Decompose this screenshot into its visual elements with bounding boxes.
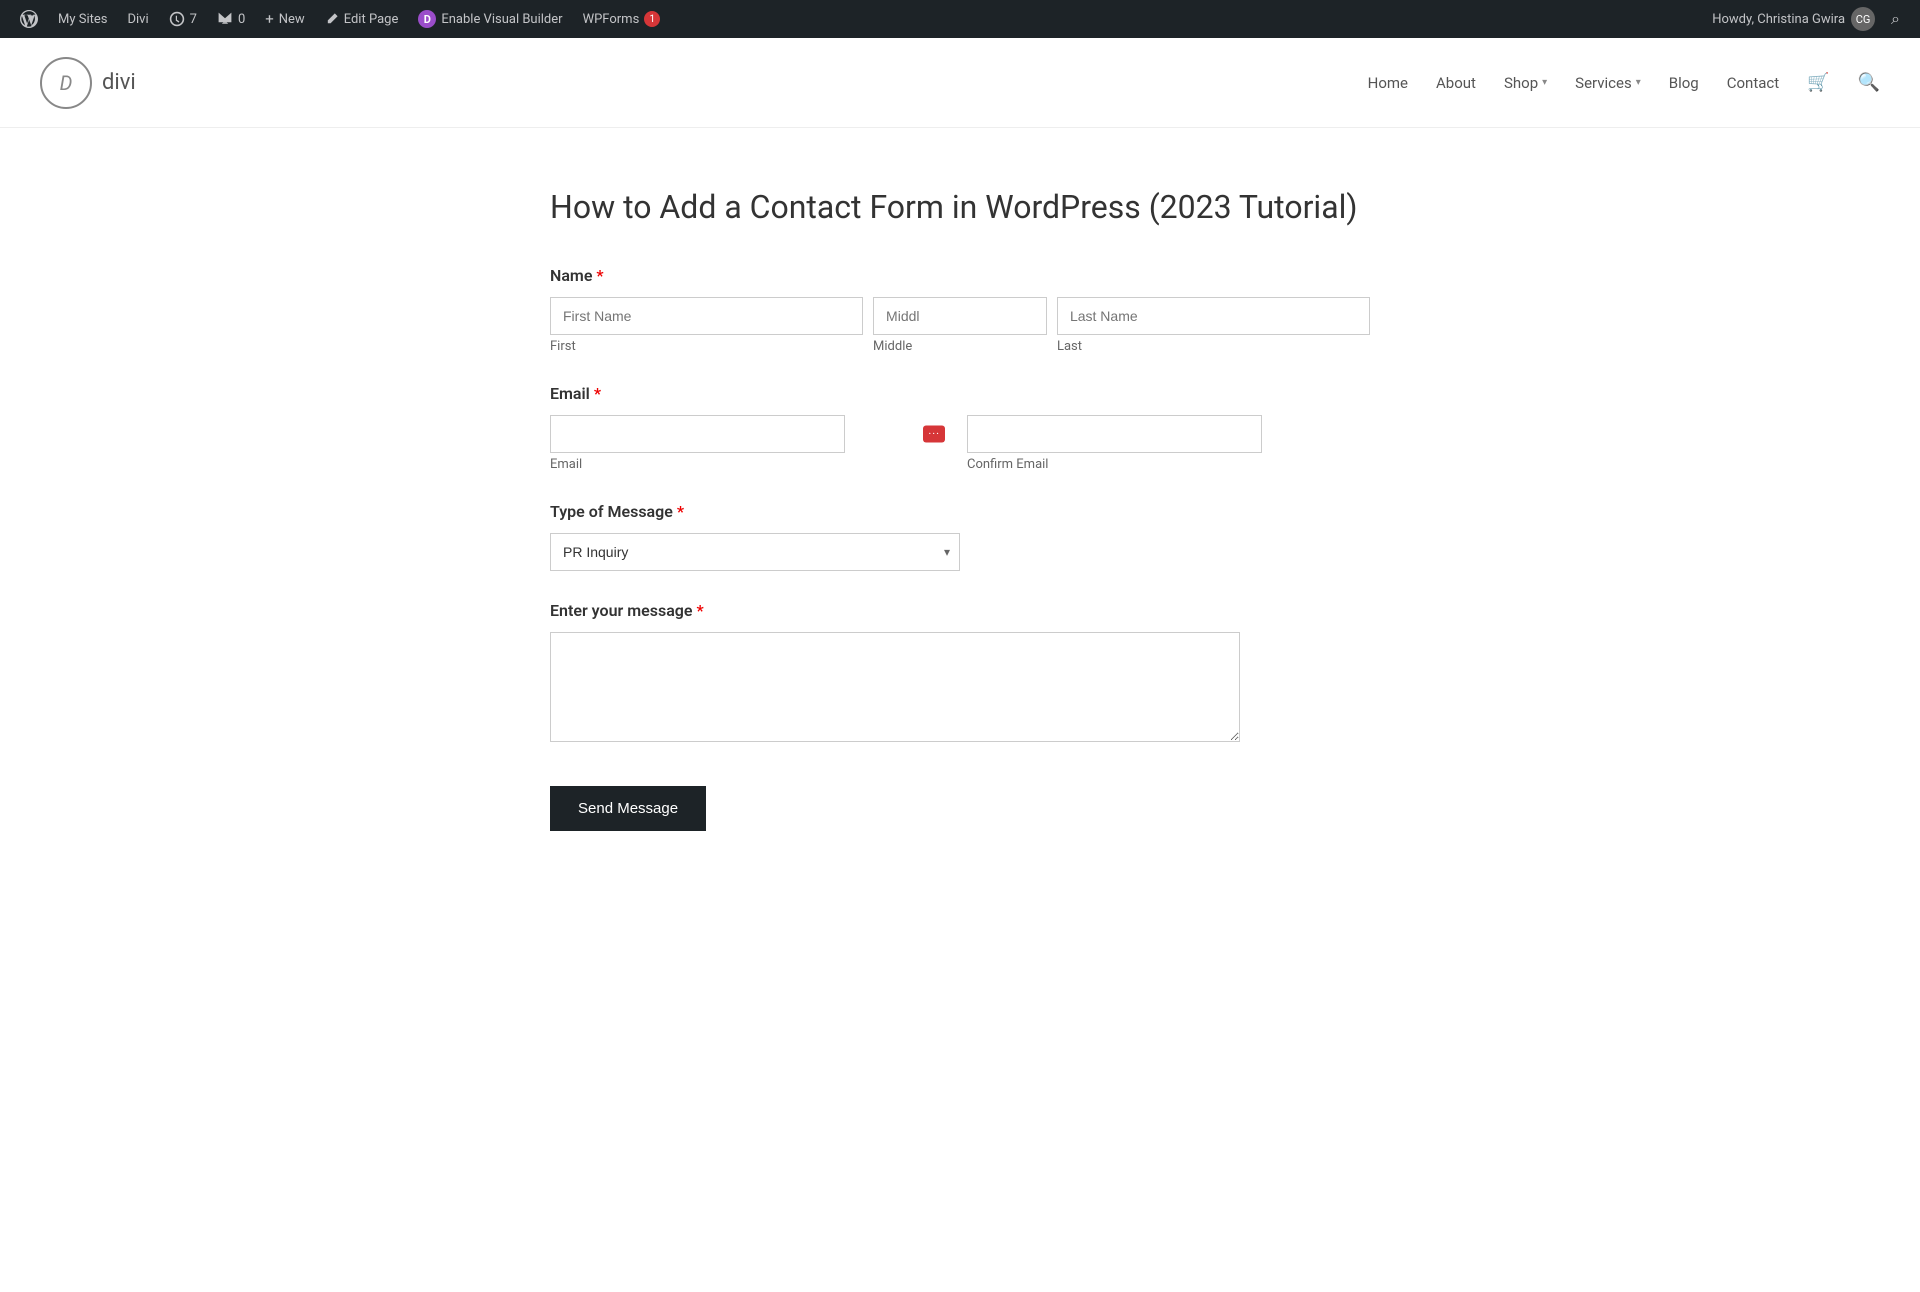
- new-item[interactable]: + New: [257, 0, 312, 38]
- middle-sublabel: Middle: [873, 339, 1047, 354]
- site-logo[interactable]: D divi: [40, 57, 136, 109]
- site-header: D divi Home About Shop ▾ Services ▾ Blog…: [0, 38, 1920, 128]
- admin-bar-left: My Sites Divi 7 0 + New Edit Page D Enab…: [12, 0, 1712, 38]
- howdy-area: Howdy, Christina Gwira CG: [1712, 7, 1875, 31]
- nav-shop[interactable]: Shop ▾: [1504, 74, 1547, 92]
- enable-vb-label: Enable Visual Builder: [441, 12, 562, 27]
- comments-count: 0: [238, 12, 245, 27]
- name-fields: First Middle Last: [550, 297, 1370, 354]
- wpforms-badge: 1: [644, 11, 660, 27]
- divi-label: Divi: [127, 12, 148, 27]
- nav-services[interactable]: Services ▾: [1575, 74, 1641, 92]
- name-required: *: [596, 266, 603, 285]
- send-button[interactable]: Send Message: [550, 786, 706, 831]
- name-section: Name* First Middle Last: [550, 266, 1370, 354]
- updates-item[interactable]: 7: [161, 0, 205, 38]
- main-content: How to Add a Contact Form in WordPress (…: [510, 188, 1410, 831]
- logo-letter: D: [60, 71, 73, 95]
- email-required: *: [594, 384, 601, 403]
- divi-d-icon: D: [418, 10, 436, 28]
- email-label: Email*: [550, 384, 1370, 403]
- nav-about-label: About: [1436, 74, 1476, 92]
- email-wrap: ··· Email: [550, 415, 953, 472]
- page-title: How to Add a Contact Form in WordPress (…: [550, 188, 1370, 226]
- message-type-required: *: [677, 502, 684, 521]
- message-required: *: [697, 601, 704, 620]
- wpforms-label: WPForms: [583, 12, 640, 27]
- nav-services-arrow: ▾: [1636, 77, 1641, 88]
- message-type-label: Type of Message*: [550, 502, 1370, 521]
- admin-search-icon[interactable]: ⌕: [1883, 9, 1908, 29]
- updates-count: 7: [190, 12, 197, 27]
- logo-circle: D: [40, 57, 92, 109]
- site-nav: Home About Shop ▾ Services ▾ Blog Contac…: [1368, 72, 1880, 93]
- first-sublabel: First: [550, 339, 863, 354]
- divi-item[interactable]: Divi: [119, 0, 156, 38]
- site-search-icon[interactable]: 🔍: [1858, 72, 1880, 93]
- confirm-email-wrap: Confirm Email: [967, 415, 1370, 472]
- email-section: Email* ··· Email Confirm Email: [550, 384, 1370, 472]
- howdy-text: Howdy, Christina Gwira: [1712, 12, 1845, 27]
- admin-bar: My Sites Divi 7 0 + New Edit Page D Enab…: [0, 0, 1920, 38]
- message-type-select[interactable]: PR Inquiry General Inquiry Support Other: [550, 533, 960, 571]
- nav-contact-label: Contact: [1727, 74, 1779, 92]
- nav-contact[interactable]: Contact: [1727, 74, 1779, 92]
- nav-blog[interactable]: Blog: [1669, 74, 1699, 92]
- nav-about[interactable]: About: [1436, 74, 1476, 92]
- enable-vb-item[interactable]: D Enable Visual Builder: [410, 0, 570, 38]
- message-type-section: Type of Message* PR Inquiry General Inqu…: [550, 502, 1370, 571]
- first-name-input[interactable]: [550, 297, 863, 335]
- last-sublabel: Last: [1057, 339, 1370, 354]
- comments-item[interactable]: 0: [209, 0, 253, 38]
- my-sites-item[interactable]: My Sites: [50, 0, 115, 38]
- email-sublabel: Email: [550, 457, 953, 472]
- nav-home-label: Home: [1368, 74, 1408, 92]
- nav-shop-arrow: ▾: [1542, 77, 1547, 88]
- edit-page-item[interactable]: Edit Page: [317, 0, 407, 38]
- email-dots-badge: ···: [923, 426, 945, 443]
- last-name-input[interactable]: [1057, 297, 1370, 335]
- avatar: CG: [1851, 7, 1875, 31]
- message-section: Enter your message*: [550, 601, 1370, 746]
- nav-services-label: Services: [1575, 74, 1632, 92]
- last-name-wrap: Last: [1057, 297, 1370, 354]
- confirm-email-sublabel: Confirm Email: [967, 457, 1370, 472]
- my-sites-label: My Sites: [58, 12, 107, 27]
- nav-shop-label: Shop: [1504, 74, 1538, 92]
- confirm-email-input[interactable]: [967, 415, 1262, 453]
- admin-bar-right: Howdy, Christina Gwira CG ⌕: [1712, 7, 1908, 31]
- message-type-select-wrap: PR Inquiry General Inquiry Support Other…: [550, 533, 960, 571]
- email-input[interactable]: [550, 415, 845, 453]
- site-name: divi: [102, 70, 136, 95]
- contact-form: Name* First Middle Last Email*: [550, 266, 1370, 831]
- message-label: Enter your message*: [550, 601, 1370, 620]
- edit-page-label: Edit Page: [344, 12, 399, 27]
- new-label: New: [279, 12, 305, 27]
- email-fields: ··· Email Confirm Email: [550, 415, 1370, 472]
- wpforms-item[interactable]: WPForms 1: [575, 0, 669, 38]
- message-textarea[interactable]: [550, 632, 1240, 742]
- middle-name-wrap: Middle: [873, 297, 1047, 354]
- name-label: Name*: [550, 266, 1370, 285]
- cart-icon[interactable]: 🛒: [1807, 72, 1829, 93]
- nav-blog-label: Blog: [1669, 74, 1699, 92]
- nav-home[interactable]: Home: [1368, 74, 1408, 92]
- first-name-wrap: First: [550, 297, 863, 354]
- email-input-wrap: ···: [550, 415, 953, 453]
- wp-logo-item[interactable]: [12, 0, 46, 38]
- middle-name-input[interactable]: [873, 297, 1047, 335]
